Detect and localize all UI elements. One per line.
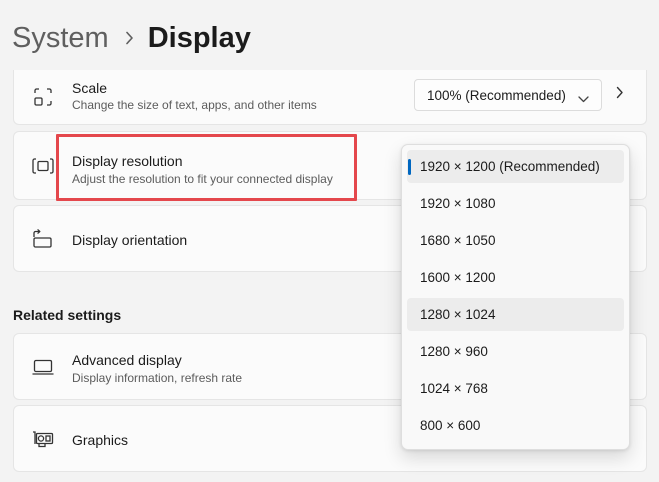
scale-setting: Scale Change the size of text, apps, and… [13, 70, 647, 125]
related-settings-heading: Related settings [13, 307, 122, 323]
scale-dropdown-value: 100% (Recommended) [427, 87, 566, 103]
advanced-display-description: Display information, refresh rate [72, 371, 243, 385]
chevron-down-icon [578, 91, 589, 106]
selection-indicator [408, 159, 411, 175]
resolution-option[interactable]: 1280 × 960 [407, 335, 624, 368]
chevron-right-icon [125, 31, 134, 45]
display-orientation-title: Display orientation [72, 232, 188, 248]
page-title: Display [147, 21, 251, 54]
graphics-title: Graphics [72, 432, 129, 448]
advanced-display-title: Advanced display [72, 352, 182, 368]
display-resolution-title: Display resolution [72, 153, 183, 169]
resolution-option[interactable]: 1920 × 1200 (Recommended) [407, 150, 624, 183]
resolution-option[interactable]: 800 × 600 [407, 409, 624, 442]
resolution-option[interactable]: 1024 × 768 [407, 372, 624, 405]
breadcrumb-system[interactable]: System [12, 22, 109, 55]
scale-icon [32, 86, 54, 108]
graphics-card-icon [32, 428, 54, 450]
resolution-dropdown-list: 1920 × 1200 (Recommended) 1920 × 1080 16… [401, 144, 630, 450]
resolution-icon [32, 155, 54, 177]
resolution-option[interactable]: 1280 × 1024 [407, 298, 624, 331]
chevron-right-icon[interactable] [616, 86, 624, 104]
resolution-option[interactable]: 1600 × 1200 [407, 261, 624, 294]
resolution-option[interactable]: 1920 × 1080 [407, 187, 624, 220]
display-resolution-description: Adjust the resolution to fit your connec… [72, 172, 333, 186]
scale-description: Change the size of text, apps, and other… [72, 98, 317, 112]
orientation-icon [32, 228, 54, 250]
breadcrumb: System Display [12, 18, 251, 58]
scale-title: Scale [72, 80, 108, 96]
scale-dropdown[interactable]: 100% (Recommended) [414, 79, 602, 111]
monitor-icon [32, 356, 54, 378]
resolution-option[interactable]: 1680 × 1050 [407, 224, 624, 257]
